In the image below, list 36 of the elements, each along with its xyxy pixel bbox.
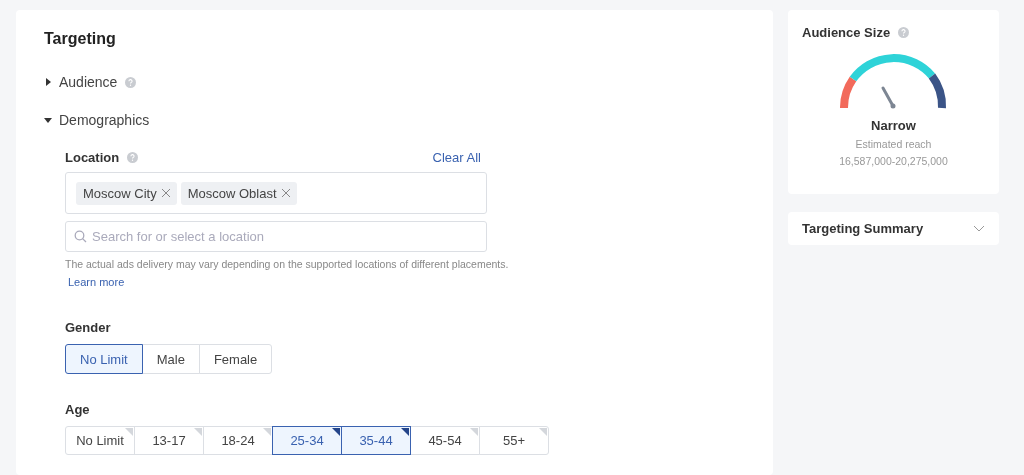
location-tags-field[interactable]: Moscow City Moscow Oblast	[65, 172, 487, 214]
field-label: Location	[65, 150, 120, 165]
reach-label: Estimated reach	[855, 138, 932, 150]
gender-option[interactable]: No Limit	[65, 344, 143, 374]
section-title: Targeting	[44, 30, 116, 48]
age-option[interactable]: 13-17	[134, 426, 204, 455]
age-option[interactable]: No Limit	[65, 426, 135, 455]
location-search-field[interactable]: Search for or select a location	[65, 221, 487, 252]
field-label: Gender	[65, 320, 112, 335]
location-tag: Moscow Oblast	[180, 181, 297, 205]
gender-option[interactable]: Male	[141, 344, 200, 374]
age-option[interactable]: 25-34	[272, 426, 342, 455]
card-title: Audience Size	[802, 25, 891, 40]
help-icon[interactable]	[127, 152, 139, 163]
search-icon	[74, 230, 87, 243]
help-icon[interactable]	[125, 76, 137, 88]
reach-range: 16,587,000-20,275,000	[839, 155, 948, 167]
summary-panel[interactable]: Targeting Summary	[788, 212, 999, 245]
age-option[interactable]: 55+	[479, 426, 549, 455]
help-icon[interactable]	[898, 27, 910, 38]
age-option[interactable]: 45-54	[410, 426, 480, 455]
age-option[interactable]: 35-44	[341, 426, 411, 455]
location-tag: Moscow City	[76, 181, 177, 205]
help-text: The actual ads delivery may vary depending on the supported locations of different placements.	[65, 257, 510, 272]
section-toggle[interactable]: Demographics	[44, 112, 150, 128]
gender-option[interactable]: Female	[198, 344, 273, 374]
gauge-needle	[881, 86, 895, 109]
card-title: Targeting Summary	[802, 221, 924, 236]
audience-verdict: Narrow	[871, 118, 916, 133]
close-icon[interactable]	[281, 189, 290, 197]
age-option[interactable]: 18-24	[203, 426, 273, 455]
field-label: Age	[65, 402, 91, 417]
section-toggle[interactable]: Audience	[44, 74, 118, 90]
clear-all-link[interactable]: Clear All	[432, 150, 481, 165]
learn-more-link[interactable]: Learn more	[68, 276, 125, 288]
close-icon[interactable]	[161, 189, 170, 197]
